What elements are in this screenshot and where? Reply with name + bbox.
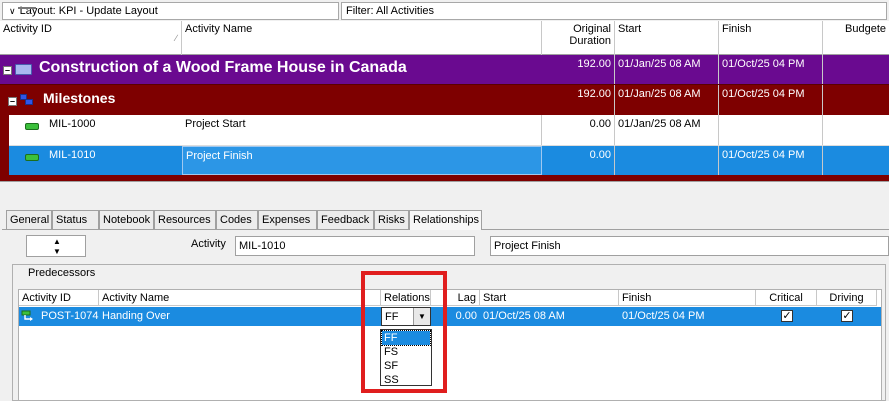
relation-option-ss[interactable]: SS [382, 373, 430, 387]
pred-header-start[interactable]: Start [480, 290, 619, 306]
duration-cell[interactable]: 0.00 [542, 115, 615, 145]
collapse-icon[interactable]: – [8, 97, 17, 106]
pred-header-driving[interactable]: Driving [817, 290, 877, 306]
predecessors-title: Predecessors [28, 267, 96, 279]
tab-resources[interactable]: Resources [154, 210, 216, 229]
layout-selector[interactable]: ∨ Layout: KPI - Update Layout [2, 2, 339, 20]
filter-label: Filter: All Activities [346, 5, 435, 17]
chevron-down-icon: ∨ [9, 6, 16, 16]
collapse-icon[interactable]: – [3, 66, 12, 75]
project-duration: 192.00 [542, 55, 615, 84]
relation-options-list: FF FS SF SS [380, 329, 432, 386]
relation-option-ff[interactable]: FF [381, 330, 431, 346]
wbs-indent-band [0, 146, 9, 175]
activity-name-cell[interactable]: Project Finish [182, 146, 542, 175]
tab-notebook[interactable]: Notebook [99, 210, 154, 229]
column-header-finish[interactable]: Finish [719, 21, 823, 55]
critical-checkbox[interactable]: ✓ [781, 310, 793, 322]
activity-grid-header: Activity ID ∕ Activity Name Original Dur… [0, 21, 889, 55]
column-header-start[interactable]: Start [615, 21, 719, 55]
start-cell[interactable]: 01/Jan/25 08 AM [615, 115, 719, 145]
driving-checkbox[interactable]: ✓ [841, 310, 853, 322]
project-finish: 01/Oct/25 04 PM [719, 55, 823, 84]
relation-option-fs[interactable]: FS [382, 345, 430, 359]
milestone-icon [25, 154, 39, 161]
relation-select[interactable]: FF ▼ [381, 307, 431, 326]
project-name: Construction of a Wood Frame House in Ca… [39, 59, 407, 76]
finish-cell[interactable]: 01/Oct/25 04 PM [719, 146, 823, 175]
column-header-budgeted[interactable]: Budgete [823, 21, 889, 55]
arrow-down-icon[interactable]: ▼ [53, 247, 61, 256]
column-resize-icon: ∕ [175, 33, 177, 43]
pane-splitter[interactable] [0, 181, 889, 207]
finish-cell[interactable] [719, 115, 823, 145]
predecessors-grid: Activity ID Activity Name Relations Lag … [18, 289, 882, 401]
relationship-icon [21, 310, 33, 321]
activity-name-field[interactable] [490, 236, 889, 256]
pred-header-critical[interactable]: Critical [756, 290, 817, 306]
tab-general[interactable]: General [6, 210, 52, 229]
project-start: 01/Jan/25 08 AM [615, 55, 719, 84]
pred-header-finish[interactable]: Finish [619, 290, 756, 306]
tab-expenses[interactable]: Expenses [258, 210, 317, 229]
wbs-start: 01/Jan/25 08 AM [615, 85, 719, 115]
wbs-indent-band [0, 115, 9, 146]
wbs-icon [20, 94, 33, 105]
activity-id-field[interactable] [235, 236, 475, 256]
duration-cell[interactable]: 0.00 [542, 146, 615, 175]
activity-name-cell[interactable]: Project Start [182, 115, 542, 145]
pred-header-relations[interactable]: Relations [381, 290, 431, 306]
column-header-original-duration[interactable]: Original Duration [542, 21, 615, 55]
column-header-activity-id[interactable]: Activity ID ∕ [0, 21, 182, 55]
pred-header-activity-id[interactable]: Activity ID [19, 290, 99, 306]
activity-label: Activity [191, 238, 226, 250]
tab-feedback[interactable]: Feedback [317, 210, 374, 229]
pred-lag[interactable]: 0.00 [431, 307, 480, 326]
pred-activity-name[interactable]: Handing Over [99, 307, 381, 326]
activity-id-cell[interactable]: MIL-1010 [46, 146, 182, 175]
folder-icon [15, 64, 32, 75]
wbs-name: Milestones [43, 90, 116, 106]
pred-finish[interactable]: 01/Oct/25 04 PM [619, 307, 756, 326]
column-header-activity-name[interactable]: Activity Name [182, 21, 542, 55]
pred-table-row[interactable]: POST-1074 Handing Over 0.00 01/Oct/25 08… [19, 307, 881, 326]
table-row-project[interactable]: – Construction of a Wood Frame House in … [0, 55, 889, 84]
filter-selector[interactable]: Filter: All Activities [341, 2, 887, 20]
wbs-finish: 01/Oct/25 04 PM [719, 85, 823, 115]
layout-label: Layout: KPI - Update Layout [19, 5, 158, 17]
dropdown-arrow-icon[interactable]: ▼ [413, 308, 430, 325]
wbs-duration: 192.00 [542, 85, 615, 115]
table-row-wbs-milestones[interactable]: – Milestones 192.00 01/Jan/25 08 AM 01/O… [0, 84, 889, 115]
relation-option-sf[interactable]: SF [382, 359, 430, 373]
milestone-icon [25, 123, 39, 130]
tab-risks[interactable]: Risks [374, 210, 409, 229]
activity-id-cell[interactable]: MIL-1000 [46, 115, 182, 145]
pred-activity-id[interactable]: POST-1074 [39, 307, 99, 326]
tab-relationships[interactable]: Relationships [409, 210, 482, 230]
arrow-up-icon[interactable]: ▲ [53, 237, 61, 246]
table-row[interactable]: MIL-1000 Project Start 0.00 01/Jan/25 08… [0, 115, 889, 146]
tab-codes[interactable]: Codes [216, 210, 258, 229]
tab-status[interactable]: Status [52, 210, 99, 229]
top-bar: ∨ Layout: KPI - Update Layout Filter: All… [0, 2, 889, 20]
relation-value: FF [385, 311, 399, 323]
pred-start[interactable]: 01/Oct/25 08 AM [480, 307, 619, 326]
table-row-selected[interactable]: MIL-1010 Project Finish 0.00 01/Oct/25 0… [0, 146, 889, 175]
splitter-grip-icon[interactable] [18, 7, 36, 9]
pred-header-activity-name[interactable]: Activity Name [99, 290, 381, 306]
activity-nav-arrows[interactable]: ▲ ▼ [26, 235, 86, 257]
pred-header-lag[interactable]: Lag [431, 290, 480, 306]
start-cell[interactable] [615, 146, 719, 175]
